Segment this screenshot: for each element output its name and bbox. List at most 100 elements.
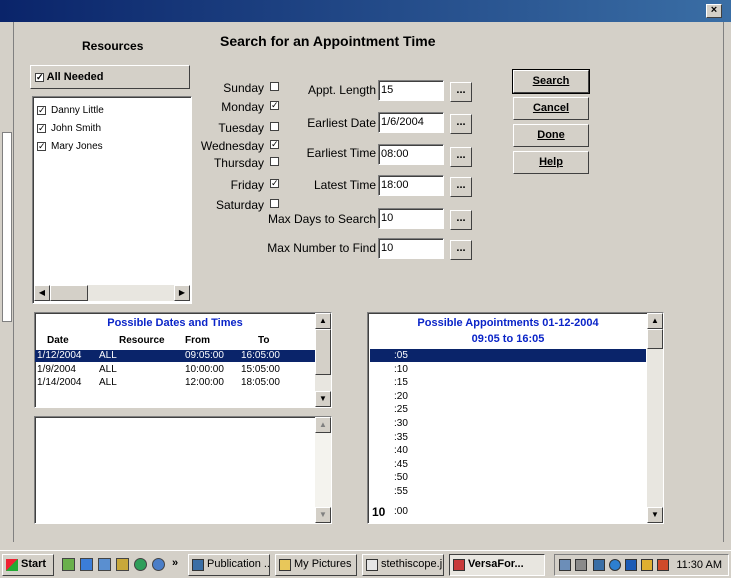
column-header-to[interactable]: To <box>258 335 269 346</box>
day-checkbox-monday[interactable]: ✓ <box>270 101 279 110</box>
appointment-slot[interactable]: :35 <box>370 431 646 444</box>
appointments-vscrollbar[interactable]: ▲ ▼ <box>647 313 663 523</box>
max-number-picker-button[interactable]: ... <box>450 240 472 260</box>
task-publication[interactable]: Publication ... <box>188 554 270 576</box>
appointment-slot[interactable]: :05 <box>370 349 646 362</box>
day-checkbox-thursday[interactable] <box>270 157 279 166</box>
media-icon[interactable] <box>134 558 147 571</box>
language-icon[interactable] <box>625 559 637 571</box>
quick-launch-more-icon[interactable]: » <box>172 557 178 569</box>
scroll-down-arrow-icon[interactable]: ▼ <box>647 507 663 523</box>
search-button[interactable]: Search <box>512 69 590 94</box>
task-stethiscope[interactable]: stethiscope.j... <box>362 554 444 576</box>
day-checkbox-tuesday[interactable] <box>270 122 279 131</box>
start-button[interactable]: Start <box>2 554 54 576</box>
resource-checkbox[interactable]: ✓ <box>37 141 46 151</box>
appointment-slot[interactable]: :20 <box>370 390 646 403</box>
help-button[interactable]: Help <box>513 151 589 174</box>
scroll-down-arrow-icon[interactable]: ▼ <box>315 507 331 523</box>
scroll-up-arrow-icon[interactable]: ▲ <box>315 417 331 433</box>
max-days-input[interactable]: 10 <box>378 208 444 229</box>
appointments-list[interactable]: Possible Appointments 01-12-2004 09:05 t… <box>367 312 664 524</box>
scroll-up-arrow-icon[interactable]: ▲ <box>647 313 663 329</box>
appt-length-input[interactable]: 15 <box>378 80 444 101</box>
resource-item-john-smith[interactable]: ✓ John Smith <box>37 121 101 137</box>
appointments-subtitle: 09:05 to 16:05 <box>471 333 545 345</box>
task-versafor[interactable]: VersaFor... <box>449 554 545 576</box>
earliest-date-input[interactable]: 1/6/2004 <box>378 112 444 133</box>
column-header-from[interactable]: From <box>185 335 210 346</box>
dates-times-list[interactable]: Possible Dates and Times Date Resource F… <box>34 312 332 408</box>
scroll-up-arrow-icon[interactable]: ▲ <box>315 313 331 329</box>
earliest-date-label: Earliest Date <box>307 116 376 130</box>
show-desktop-icon[interactable] <box>62 558 75 571</box>
table-row[interactable]: 1/12/2004 ALL 09:05:00 16:05:00 <box>35 350 315 362</box>
folder-icon[interactable] <box>116 558 129 571</box>
appointment-slot[interactable]: :55 <box>370 485 646 498</box>
security-icon[interactable] <box>657 559 669 571</box>
max-number-input[interactable]: 10 <box>378 238 444 259</box>
resource-item-danny-little[interactable]: ✓ Danny Little <box>37 103 104 119</box>
appt-length-picker-button[interactable]: ... <box>450 82 472 102</box>
all-needed-checkbox[interactable]: ✓ <box>35 72 44 82</box>
day-checkbox-sunday[interactable] <box>270 82 279 91</box>
all-needed-option[interactable]: ✓ All Needed <box>35 71 104 83</box>
scroll-left-arrow-icon[interactable]: ◀ <box>34 285 50 301</box>
hour-slot[interactable]: :00 <box>394 506 408 517</box>
image-file-icon <box>366 559 378 571</box>
day-checkbox-wednesday[interactable]: ✓ <box>270 140 279 149</box>
dates-vscrollbar[interactable]: ▲ ▼ <box>315 313 331 407</box>
scroll-thumb[interactable] <box>50 285 88 301</box>
resource-list[interactable]: ✓ Danny Little ✓ John Smith ✓ Mary Jones ◀ … <box>32 96 192 304</box>
notes-area[interactable]: ▲ ▼ <box>34 416 332 524</box>
resource-item-mary-jones[interactable]: ✓ Mary Jones <box>37 139 103 155</box>
max-days-picker-button[interactable]: ... <box>450 210 472 230</box>
resource-checkbox[interactable]: ✓ <box>37 105 46 115</box>
table-row[interactable]: 1/14/2004 ALL 12:00:00 18:05:00 <box>35 377 315 389</box>
outlook-icon[interactable] <box>98 558 111 571</box>
scroll-down-arrow-icon[interactable]: ▼ <box>315 391 331 407</box>
latest-time-input[interactable]: 18:00 <box>378 175 444 196</box>
day-checkbox-saturday[interactable] <box>270 199 279 208</box>
earliest-time-picker-button[interactable]: ... <box>450 147 472 167</box>
appointment-slot[interactable]: :50 <box>370 471 646 484</box>
info-icon[interactable] <box>152 558 165 571</box>
resource-hscrollbar[interactable]: ◀ ▶ <box>34 285 190 301</box>
appointment-slot[interactable]: :30 <box>370 417 646 430</box>
folder-icon <box>279 559 291 571</box>
table-row[interactable]: 1/9/2004 ALL 10:00:00 15:05:00 <box>35 364 315 376</box>
column-header-resource[interactable]: Resource <box>119 335 165 346</box>
earliest-time-input[interactable]: 08:00 <box>378 144 444 165</box>
cancel-button[interactable]: Cancel <box>513 97 589 120</box>
appointment-slot[interactable]: :15 <box>370 376 646 389</box>
appointment-slot[interactable]: :45 <box>370 458 646 471</box>
display-icon[interactable] <box>593 559 605 571</box>
antivirus-icon[interactable] <box>641 559 653 571</box>
resource-checkbox[interactable]: ✓ <box>37 123 46 133</box>
all-needed-bar[interactable]: ✓ All Needed <box>30 65 190 89</box>
column-header-date[interactable]: Date <box>47 335 69 346</box>
appointment-slot[interactable]: :10 <box>370 363 646 376</box>
close-button[interactable]: × <box>706 4 722 18</box>
app-icon <box>453 559 465 571</box>
day-checkbox-friday[interactable]: ✓ <box>270 179 279 188</box>
ie-icon[interactable] <box>609 559 621 571</box>
scroll-thumb[interactable] <box>647 329 663 349</box>
scroll-right-arrow-icon[interactable]: ▶ <box>174 285 190 301</box>
search-button-label: Search <box>532 75 570 87</box>
notes-vscrollbar[interactable]: ▲ ▼ <box>315 417 331 523</box>
latest-time-picker-button[interactable]: ... <box>450 177 472 197</box>
earliest-date-picker-button[interactable]: ... <box>450 114 472 134</box>
network-icon[interactable] <box>559 559 571 571</box>
appointment-slot[interactable]: :25 <box>370 403 646 416</box>
clock[interactable]: 11:30 AM <box>676 559 722 571</box>
task-my-pictures[interactable]: My Pictures <box>275 554 357 576</box>
browser-icon[interactable] <box>80 558 93 571</box>
window-titlebar: × <box>0 0 731 22</box>
appointment-slot[interactable]: :40 <box>370 444 646 457</box>
task-label: VersaFor... <box>468 558 524 570</box>
done-button[interactable]: Done <box>513 124 589 147</box>
scroll-thumb[interactable] <box>315 329 331 375</box>
volume-icon[interactable] <box>575 559 587 571</box>
earliest-time-label: Earliest Time <box>306 146 376 160</box>
